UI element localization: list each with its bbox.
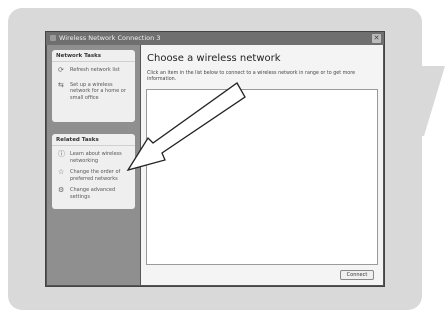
related-tasks-panel: Related Tasks ⓘ Learn about wireless net… [52,134,135,209]
network-tasks-panel: Network Tasks ⟳ Refresh network list ⇆ S… [52,50,135,122]
sidebar-item-label: Change advanced settings [70,187,116,200]
sidebar-item-advanced-settings[interactable]: ⚙ Change advanced settings [52,187,135,200]
sidebar-item-label: Refresh network list [70,67,120,73]
star-icon: ☆ [58,168,65,176]
connect-button[interactable]: Connect [340,270,374,280]
refresh-icon: ⟳ [58,66,64,74]
wireless-network-window: Wireless Network Connection 3 ✕ Network … [46,32,384,286]
network-tasks-heading: Network Tasks [52,50,135,62]
window-title: Wireless Network Connection 3 [59,34,161,42]
title-bar: Wireless Network Connection 3 ✕ [46,32,384,45]
sidebar-item-change-order[interactable]: ☆ Change the order of preferred networks [52,169,135,182]
close-button[interactable]: ✕ [372,34,381,43]
related-tasks-heading: Related Tasks [52,134,135,146]
sidebar-item-label: Change the order of preferred networks [70,169,121,182]
sidebar: Network Tasks ⟳ Refresh network list ⇆ S… [47,45,140,285]
network-window-icon [50,35,56,41]
info-icon: ⓘ [58,150,65,158]
sidebar-item-label: Learn about wireless networking [70,151,122,164]
setup-network-icon: ⇆ [58,80,64,89]
sidebar-item-label: Set up a wireless network for a home or … [70,81,126,101]
main-content: Choose a wireless network Click an item … [141,45,383,285]
sidebar-item-refresh-network-list[interactable]: ⟳ Refresh network list [52,67,135,74]
wireless-network-list[interactable] [146,89,378,265]
sidebar-item-learn-wireless[interactable]: ⓘ Learn about wireless networking [52,151,135,164]
settings-icon: ⚙ [58,186,65,194]
page-title: Choose a wireless network [147,53,281,64]
close-icon: ✕ [373,34,380,42]
page-description: Click an item in the list below to conne… [147,71,356,82]
sidebar-item-setup-wireless-network[interactable]: ⇆ Set up a wireless network for a home o… [52,80,135,102]
